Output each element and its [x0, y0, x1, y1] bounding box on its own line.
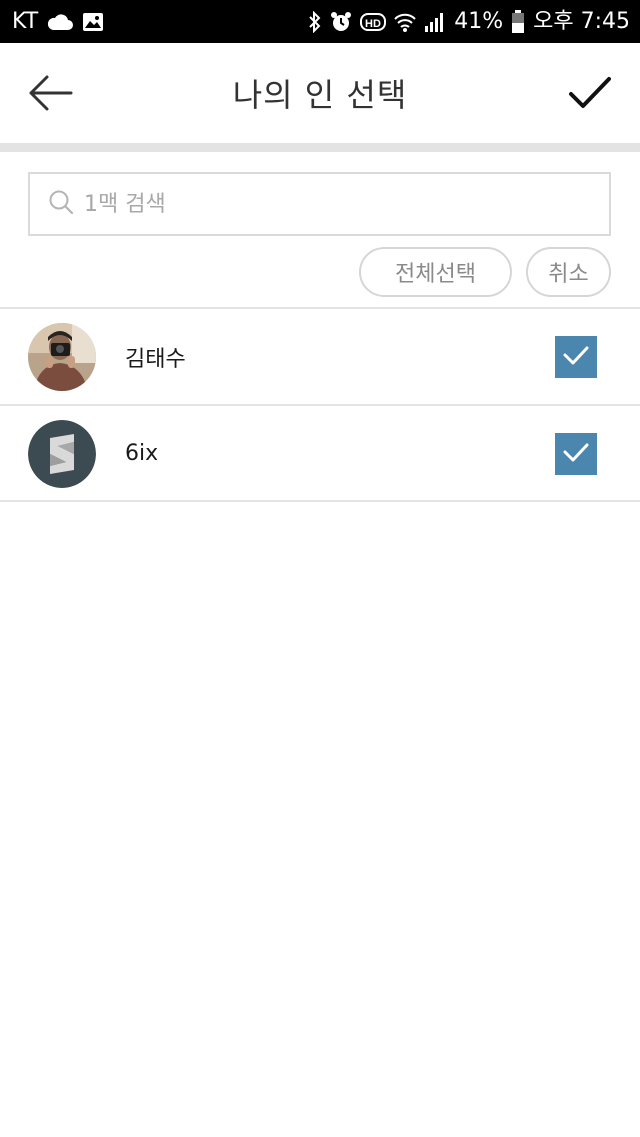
battery-percent: 41%: [454, 8, 504, 34]
select-all-button[interactable]: 전체선택: [359, 247, 512, 297]
battery-icon: [511, 9, 525, 34]
checkmark-icon: [568, 75, 612, 115]
person-photo-avatar: [28, 322, 96, 391]
arrow-left-icon: [27, 73, 73, 117]
wifi-icon: [394, 11, 416, 33]
carrier-label: KT: [12, 8, 39, 34]
page-title: 나의 인 선택: [232, 76, 408, 114]
back-button[interactable]: [22, 71, 78, 119]
search-box[interactable]: [28, 172, 611, 236]
hd-icon: HD: [360, 12, 387, 32]
contact-name: 김태수: [125, 346, 186, 372]
list-divider: [0, 500, 640, 502]
s-logo-avatar: [28, 419, 96, 488]
status-left: KT: [12, 8, 104, 34]
header-divider: [0, 143, 640, 152]
cancel-button[interactable]: 취소: [526, 247, 611, 297]
cloud-icon: [46, 12, 74, 32]
image-icon: [82, 12, 104, 32]
contact-row[interactable]: 김태수: [0, 309, 640, 404]
search-icon: [48, 189, 74, 219]
bluetooth-icon: [308, 10, 322, 33]
alarm-icon: [330, 11, 352, 33]
app-header: 나의 인 선택: [0, 43, 640, 143]
contact-checkbox[interactable]: [555, 335, 597, 378]
search-input[interactable]: [84, 191, 564, 217]
check-icon: [562, 441, 590, 467]
status-right: HD 41% 오후 7:45: [308, 8, 630, 34]
svg-text:HD: HD: [365, 18, 381, 30]
contact-checkbox[interactable]: [555, 432, 597, 475]
signal-icon: [424, 11, 446, 33]
contact-name: 6ix: [125, 441, 159, 466]
check-icon: [562, 344, 590, 370]
status-bar: KT HD 41% 오후 7:45: [0, 0, 640, 43]
confirm-button[interactable]: [562, 71, 618, 119]
contact-row[interactable]: 6ix: [0, 406, 640, 501]
clock: 오후 7:45: [533, 8, 630, 34]
